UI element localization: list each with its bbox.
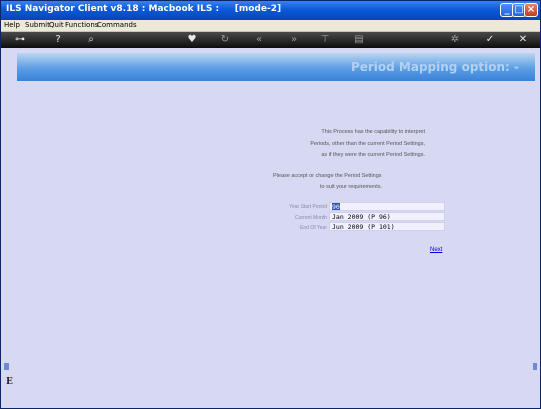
current-month-field[interactable]: Jan 2009 (P 96) <box>329 212 445 221</box>
menu-bar: Help Submit Quit Functions Commands <box>1 20 540 32</box>
menu-functions[interactable]: Functions <box>65 20 98 31</box>
settings-icon[interactable]: ✲ <box>449 33 461 47</box>
side-letter: E <box>6 377 13 387</box>
intro-line-2: Periods, other than the current Period S… <box>310 141 425 147</box>
side-marker-left <box>4 363 9 370</box>
pin-icon[interactable]: ⊤ <box>319 33 331 47</box>
end-of-year-label: End Of Year <box>300 225 327 231</box>
current-month-value: Jan 2009 (P 96) <box>332 213 391 221</box>
instruction-line-2: to suit your requirements. <box>320 184 383 190</box>
window-title: ILS Navigator Client v8.18 : Macbook ILS… <box>6 4 282 14</box>
fast-forward-icon[interactable]: » <box>287 33 301 47</box>
menu-submit[interactable]: Submit <box>25 20 50 31</box>
banner: Period Mapping option: - <box>17 53 535 81</box>
toolbar: ⊶ ? ⌕ ♥ ↻ « » ⊤ ▤ ✲ ✓ ✕ <box>1 32 540 48</box>
heart-icon[interactable]: ♥ <box>186 33 198 47</box>
menu-commands[interactable]: Commands <box>97 20 137 31</box>
search-icon[interactable]: ⌕ <box>85 33 97 47</box>
rewind-icon[interactable]: « <box>252 33 266 47</box>
app-window: ILS Navigator Client v8.18 : Macbook ILS… <box>0 0 541 409</box>
document-icon[interactable]: ▤ <box>353 33 365 47</box>
refresh-icon[interactable]: ↻ <box>219 33 231 47</box>
instruction-line-1: Please accept or change the Period Setti… <box>273 173 382 179</box>
page-title: Period Mapping option: - <box>350 60 519 74</box>
year-start-period-value: 90 <box>332 203 340 211</box>
end-of-year-field[interactable]: Jun 2009 (P 101) <box>329 222 445 231</box>
close-window-button[interactable]: × <box>524 3 538 17</box>
end-of-year-value: Jun 2009 (P 101) <box>332 223 395 231</box>
help-icon[interactable]: ? <box>52 33 64 47</box>
intro-line-1: This Process has the capability to inter… <box>321 129 425 135</box>
close-icon[interactable]: ✕ <box>517 33 529 47</box>
menu-help[interactable]: Help <box>4 20 20 31</box>
menu-quit[interactable]: Quit <box>49 20 64 31</box>
current-month-label: Current Month <box>295 215 327 221</box>
key-icon[interactable]: ⊶ <box>9 33 31 47</box>
side-marker-right <box>533 363 537 370</box>
next-link[interactable]: Next <box>430 247 442 253</box>
year-start-period-field[interactable]: 90 <box>329 202 445 211</box>
check-icon[interactable]: ✓ <box>484 33 496 47</box>
intro-line-3: as if they were the current Period Setti… <box>321 152 425 158</box>
year-start-period-label: Year Start Period <box>289 204 327 210</box>
title-bar[interactable]: ILS Navigator Client v8.18 : Macbook ILS… <box>1 1 540 20</box>
